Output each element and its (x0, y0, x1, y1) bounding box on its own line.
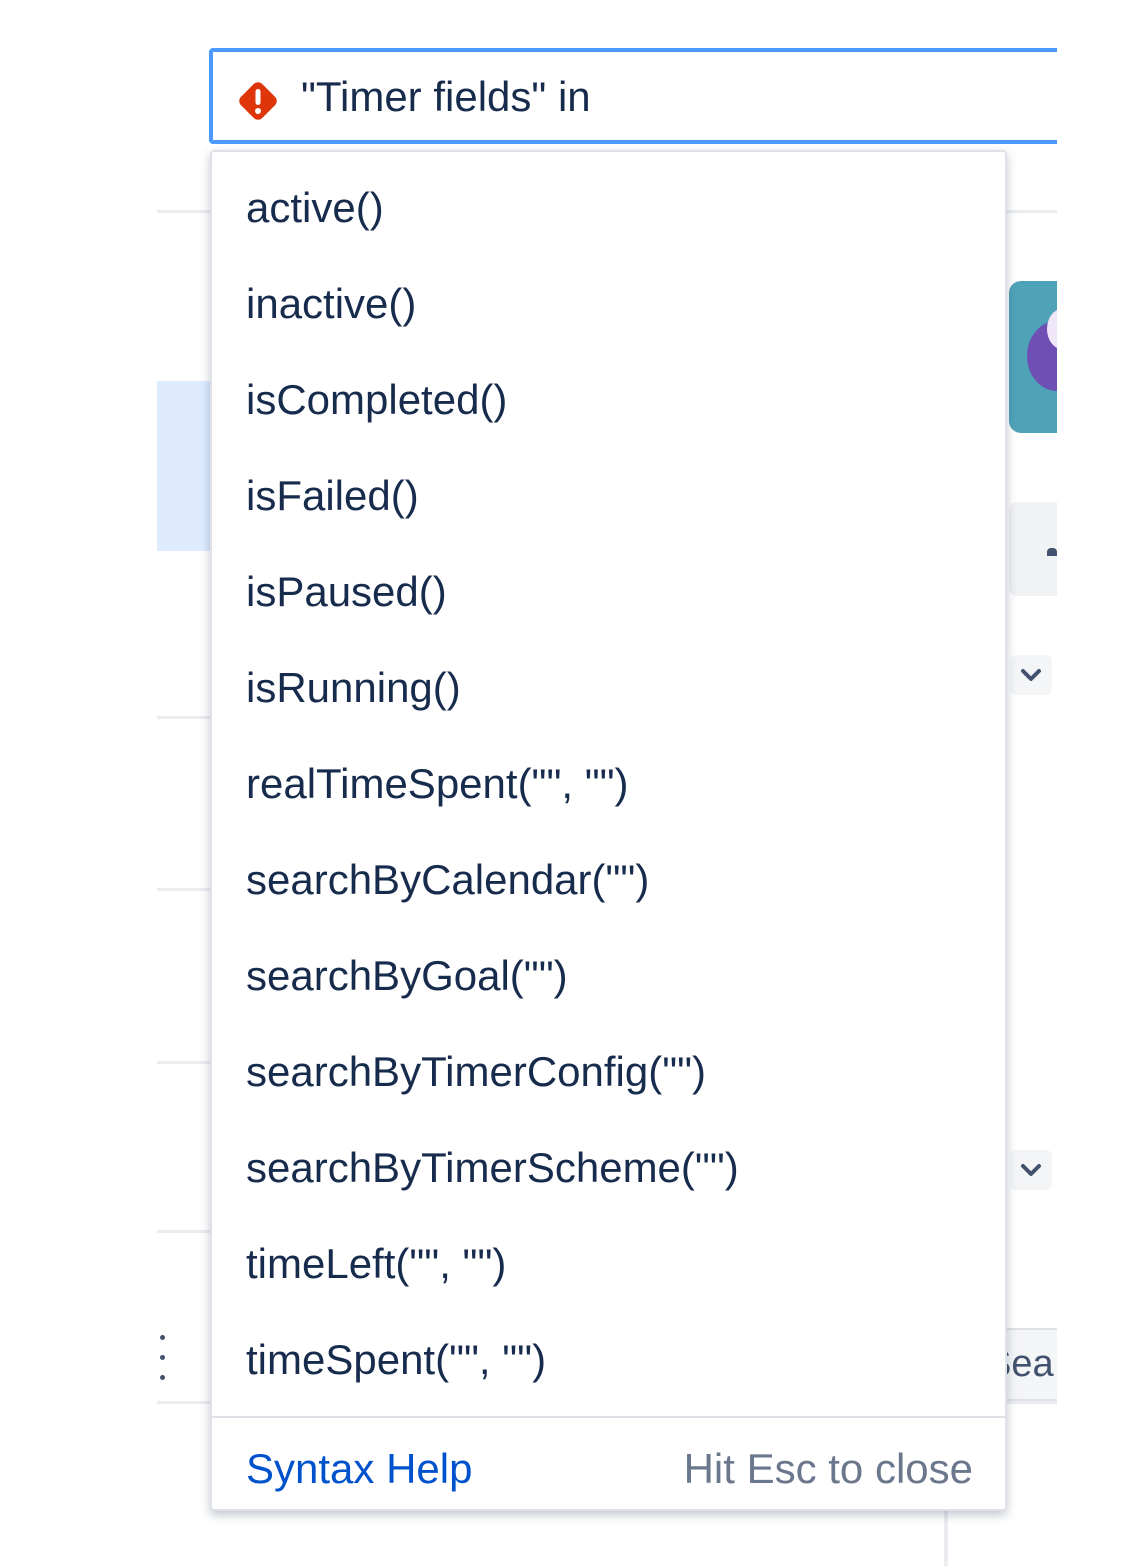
suggestion-item-iscompleted[interactable]: isCompleted() (212, 352, 1005, 448)
suggestion-item-isrunning[interactable]: isRunning() (212, 640, 1005, 736)
dropdown-footer: Syntax Help Hit Esc to close (212, 1416, 1005, 1509)
user-button[interactable] (1009, 502, 1057, 596)
suggestion-item-active[interactable]: active() (212, 160, 1005, 256)
suggestion-item-isfailed[interactable]: isFailed() (212, 448, 1005, 544)
syntax-help-link[interactable]: Syntax Help (246, 1442, 472, 1496)
suggestion-list: active() inactive() isCompleted() isFail… (212, 160, 1005, 1408)
app-logo-tile (1009, 281, 1057, 433)
chevron-down-icon[interactable] (1010, 1150, 1052, 1190)
suggestion-item-searchbytimerconfig[interactable]: searchByTimerConfig("") (212, 1024, 1005, 1120)
suggestion-item-inactive[interactable]: inactive() (212, 256, 1005, 352)
divider (157, 1061, 217, 1064)
suggestion-item-timespent[interactable]: timeSpent("", "") (212, 1312, 1005, 1408)
suggestion-item-realtimespent[interactable]: realTimeSpent("", "") (212, 736, 1005, 832)
suggestion-item-searchbytimerscheme[interactable]: searchByTimerScheme("") (212, 1120, 1005, 1216)
kebab-menu-icon[interactable] (155, 1333, 171, 1383)
selected-row-highlight (157, 381, 217, 551)
suggestion-item-timeleft[interactable]: timeLeft("", "") (212, 1216, 1005, 1312)
divider (157, 888, 217, 891)
divider (157, 716, 217, 719)
divider (157, 1230, 217, 1233)
suggestion-item-searchbycalendar[interactable]: searchByCalendar("") (212, 832, 1005, 928)
suggestion-item-searchbygoal[interactable]: searchByGoal("") (212, 928, 1005, 1024)
suggestion-item-ispaused[interactable]: isPaused() (212, 544, 1005, 640)
divider (944, 1510, 948, 1566)
query-text[interactable]: "Timer fields" in (301, 70, 591, 124)
autocomplete-dropdown: active() inactive() isCompleted() isFail… (210, 150, 1007, 1511)
chevron-down-icon[interactable] (1010, 655, 1052, 695)
jql-search-input[interactable]: "Timer fields" in (209, 48, 1057, 144)
esc-hint-text: Hit Esc to close (683, 1445, 973, 1492)
error-diamond-icon (239, 82, 277, 120)
